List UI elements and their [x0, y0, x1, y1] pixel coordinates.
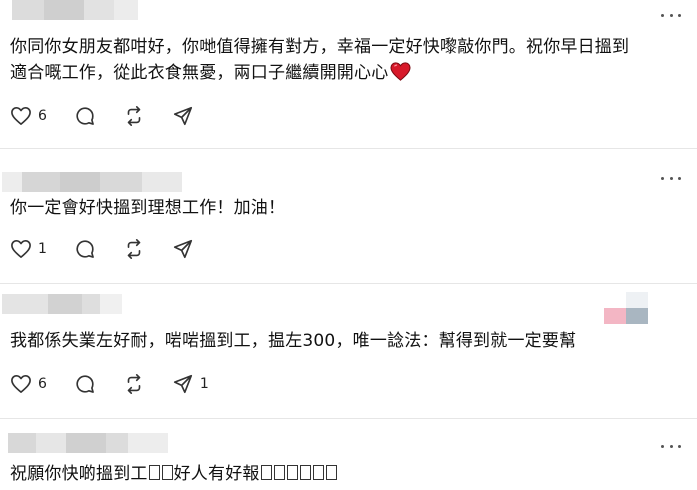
unrendered-emoji-box — [148, 465, 160, 480]
unrendered-emoji-box — [161, 465, 173, 480]
comment-text: 你同你女朋友都咁好，你哋值得擁有對方，幸福一定好快嚟敲你門。祝你早日搵到 適合嘅… — [10, 34, 670, 89]
heart-outline-icon — [11, 240, 31, 258]
blurred-avatar-stack — [604, 292, 648, 324]
share-button[interactable] — [172, 105, 194, 127]
repost-button[interactable] — [123, 105, 145, 127]
like-count: 1 — [38, 241, 47, 257]
unrendered-emoji-box — [273, 465, 285, 480]
share-count: 1 — [199, 376, 209, 392]
like-button[interactable]: 6 — [10, 106, 47, 126]
heart-outline-icon — [11, 107, 31, 125]
unrendered-emoji-box — [299, 465, 311, 480]
unrendered-emoji-box — [325, 465, 337, 480]
more-options-button[interactable] — [661, 10, 681, 20]
unrendered-emoji-box — [286, 465, 298, 480]
send-paper-plane-icon — [173, 374, 192, 394]
more-options-button[interactable] — [661, 441, 681, 451]
heart-outline-icon — [11, 375, 31, 393]
comment-4: 祝願你快啲搵到工 好人有好報 — [0, 419, 697, 490]
comment-1: 你同你女朋友都咁好，你哋值得擁有對方，幸福一定好快嚟敲你門。祝你早日搵到 適合嘅… — [0, 0, 697, 148]
comment-text: 祝願你快啲搵到工 好人有好報 — [10, 461, 670, 487]
comment-3: 我都係失業左好耐，啱啱搵到工，揾左300，唯一諗法：幫得到就一定要幫 6 1 — [0, 284, 697, 418]
reply-button[interactable] — [74, 373, 96, 395]
blurred-username — [12, 0, 162, 20]
unrendered-emoji-box — [312, 465, 324, 480]
comment-actions: 6 1 — [10, 372, 236, 396]
repost-button[interactable] — [123, 373, 145, 395]
comment-text: 我都係失業左好耐，啱啱搵到工，揾左300，唯一諗法：幫得到就一定要幫 — [10, 331, 577, 351]
comment-bubble-icon — [76, 240, 94, 258]
comment-2: 你一定會好快搵到理想工作！加油！ 1 — [0, 149, 697, 283]
like-button[interactable]: 6 — [10, 374, 47, 394]
repost-arrows-icon — [127, 239, 141, 259]
comment-text: 你一定會好快搵到理想工作！加油！ — [10, 198, 286, 218]
comment-actions: 1 — [10, 237, 221, 261]
blurred-username — [2, 172, 202, 192]
blurred-username — [8, 433, 178, 453]
blurred-username — [2, 294, 182, 314]
like-button[interactable]: 1 — [10, 239, 47, 259]
repost-arrows-icon — [127, 106, 141, 126]
unrendered-emoji-box — [260, 465, 272, 480]
repost-arrows-icon — [127, 374, 141, 394]
share-button[interactable]: 1 — [172, 373, 209, 395]
like-count: 6 — [38, 376, 47, 392]
reply-button[interactable] — [74, 238, 96, 260]
repost-button[interactable] — [123, 238, 145, 260]
comment-bubble-icon — [76, 107, 94, 125]
share-button[interactable] — [172, 238, 194, 260]
comment-bubble-icon — [76, 375, 94, 393]
comment-actions: 6 — [10, 104, 221, 128]
send-paper-plane-icon — [173, 239, 192, 259]
more-options-button[interactable] — [661, 173, 681, 183]
reply-button[interactable] — [74, 105, 96, 127]
send-paper-plane-icon — [173, 106, 192, 126]
red-heart-emoji-icon — [390, 62, 411, 89]
like-count: 6 — [38, 108, 47, 124]
